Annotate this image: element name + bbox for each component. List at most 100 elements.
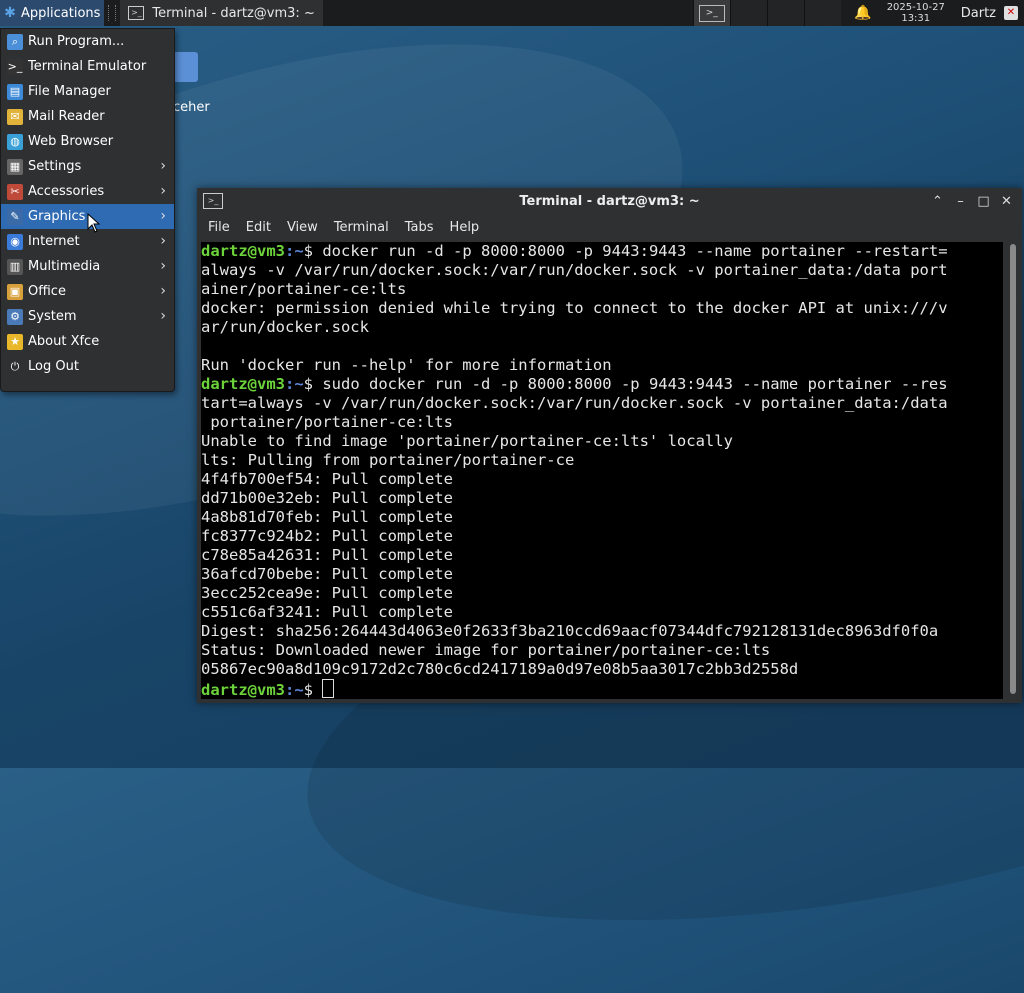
terminal-output[interactable]: dartz@vm3:~$ docker run -d -p 8000:8000 …: [201, 242, 1003, 699]
taskbar-terminal-button[interactable]: >_ Terminal - dartz@vm3: ~: [120, 0, 323, 26]
terminal-line-text: 05867ec90a8d109c9172d2c780c6cd2417189a0d…: [201, 660, 799, 678]
menu-terminal[interactable]: Terminal: [326, 220, 397, 235]
prompt-user: dartz@vm3: [201, 681, 285, 699]
menu-item-office[interactable]: ▣ Office ›: [1, 279, 174, 304]
menu-item-label: Graphics: [28, 209, 86, 224]
terminal-line-text: docker run -d -p 8000:8000 -p 9443:9443 …: [322, 242, 948, 260]
menu-view[interactable]: View: [279, 220, 326, 235]
terminal-line-text: sudo docker run -d -p 8000:8000 -p 9443:…: [322, 375, 948, 393]
menu-item-settings[interactable]: ▦ Settings ›: [1, 154, 174, 179]
close-icon[interactable]: ✕: [995, 194, 1018, 209]
prompt-path: :~: [285, 242, 304, 260]
menu-item-label: Internet: [28, 234, 80, 249]
multimedia-icon: ▥: [7, 258, 23, 275]
menu-item-mail-reader[interactable]: ✉ Mail Reader: [1, 104, 174, 129]
terminal-line-text: ar/run/docker.sock: [201, 318, 369, 336]
menu-item-terminal-emulator[interactable]: >_ Terminal Emulator: [1, 54, 174, 79]
taskbar-terminal-label: Terminal - dartz@vm3: ~: [152, 5, 315, 21]
terminal-line: Digest: sha256:264443d4063e0f2633f3ba210…: [201, 622, 1003, 641]
menu-item-log-out[interactable]: ⏻ Log Out: [1, 354, 174, 379]
minimize-icon[interactable]: –: [949, 194, 972, 209]
chevron-right-icon: ›: [160, 258, 166, 274]
terminal-line: dartz@vm3:~$ sudo docker run -d -p 8000:…: [201, 375, 1003, 394]
menu-item-label: Mail Reader: [28, 109, 105, 124]
menu-item-label: Terminal Emulator: [28, 59, 147, 74]
workspace-3[interactable]: [766, 0, 804, 26]
scrollbar-thumb[interactable]: [1010, 244, 1016, 694]
mouse-pointer-icon: [87, 213, 101, 233]
menu-item-accessories[interactable]: ✂ Accessories ›: [1, 179, 174, 204]
terminal-line-text: ainer/portainer-ce:lts: [201, 280, 407, 298]
menu-item-multimedia[interactable]: ▥ Multimedia ›: [1, 254, 174, 279]
chevron-right-icon: ›: [160, 308, 166, 324]
terminal-window[interactable]: >_ Terminal - dartz@vm3: ~ ⌃ – □ ✕ File …: [197, 188, 1022, 703]
menu-item-run-program[interactable]: ⌕ Run Program...: [1, 29, 174, 54]
terminal-line-text: Digest: sha256:264443d4063e0f2633f3ba210…: [201, 622, 939, 640]
menu-item-about-xfce[interactable]: ★ About Xfce: [1, 329, 174, 354]
terminal-line-text: 36afcd70bebe: Pull complete: [201, 565, 453, 583]
terminal-menubar: File Edit View Terminal Tabs Help: [197, 215, 1022, 240]
terminal-line-text: c551c6af3241: Pull complete: [201, 603, 453, 621]
prompt-path: :~: [285, 375, 304, 393]
file-manager-icon: ▤: [7, 83, 23, 100]
settings-icon: ▦: [7, 158, 23, 175]
menu-item-web-browser[interactable]: ◍ Web Browser: [1, 129, 174, 154]
terminal-line-text: portainer/portainer-ce:lts: [201, 413, 453, 431]
terminal-line-text: tart=always -v /var/run/docker.sock:/var…: [201, 394, 948, 412]
maximize-icon[interactable]: □: [972, 194, 995, 209]
terminal-line: always -v /var/run/docker.sock:/var/run/…: [201, 261, 1003, 280]
terminal-line: Status: Downloaded newer image for porta…: [201, 641, 1003, 660]
terminal-line: dd71b00e32eb: Pull complete: [201, 489, 1003, 508]
notification-bell-icon[interactable]: 🔔: [851, 5, 875, 21]
workspace-1[interactable]: >_: [692, 0, 730, 26]
clock-time: 13:31: [901, 13, 931, 24]
chevron-right-icon: ›: [160, 158, 166, 174]
clock[interactable]: 2025-10-27 13:31: [881, 2, 951, 24]
prompt-symbol: $: [303, 681, 323, 699]
menu-item-system[interactable]: ⚙ System ›: [1, 304, 174, 329]
prompt-user: dartz@vm3: [201, 242, 285, 260]
terminal-line: lts: Pulling from portainer/portainer-ce: [201, 451, 1003, 470]
prompt-symbol: $: [303, 242, 323, 260]
terminal-icon: >_: [698, 4, 725, 22]
terminal-icon: >_: [7, 58, 23, 75]
chevron-right-icon: ›: [160, 283, 166, 299]
terminal-line: tart=always -v /var/run/docker.sock:/var…: [201, 394, 1003, 413]
internet-icon: ◉: [7, 233, 23, 250]
menu-help[interactable]: Help: [442, 220, 488, 235]
chevron-right-icon: ›: [160, 183, 166, 199]
terminal-line: ainer/portainer-ce:lts: [201, 280, 1003, 299]
menu-item-file-manager[interactable]: ▤ File Manager: [1, 79, 174, 104]
terminal-line-text: fc8377c924b2: Pull complete: [201, 527, 453, 545]
shade-icon[interactable]: ⌃: [926, 194, 949, 209]
terminal-line: 4f4fb700ef54: Pull complete: [201, 470, 1003, 489]
menu-edit[interactable]: Edit: [238, 220, 279, 235]
user-name[interactable]: Dartz: [961, 6, 996, 21]
menu-item-label: Settings: [28, 159, 82, 174]
star-icon: ★: [7, 333, 23, 350]
applications-menu: ⌕ Run Program... >_ Terminal Emulator ▤ File …: [0, 28, 175, 392]
logout-icon: ⏻: [7, 358, 23, 375]
terminal-line-text: dd71b00e32eb: Pull complete: [201, 489, 453, 507]
terminal-scrollbar[interactable]: [1010, 244, 1016, 694]
desktop-icon-label[interactable]: ceher: [173, 100, 210, 115]
menu-tabs[interactable]: Tabs: [397, 220, 442, 235]
action-close-icon[interactable]: ✕: [1004, 6, 1018, 20]
top-panel: ✱ Applications >_ Terminal - dartz@vm3: …: [0, 0, 1024, 26]
prompt-symbol: $: [303, 375, 323, 393]
window-titlebar[interactable]: >_ Terminal - dartz@vm3: ~ ⌃ – □ ✕: [197, 188, 1022, 215]
menu-file[interactable]: File: [200, 220, 238, 235]
terminal-line: 36afcd70bebe: Pull complete: [201, 565, 1003, 584]
panel-separator: [108, 5, 117, 21]
window-title: Terminal - dartz@vm3: ~: [519, 194, 700, 209]
clock-date: 2025-10-27: [886, 2, 945, 13]
terminal-line-text: docker: permission denied while trying t…: [201, 299, 948, 317]
workspace-2[interactable]: [729, 0, 767, 26]
terminal-line-text: 3ecc252cea9e: Pull complete: [201, 584, 453, 602]
terminal-line: ar/run/docker.sock: [201, 318, 1003, 337]
graphics-icon: ✎: [7, 208, 23, 225]
applications-menu-button[interactable]: ✱ Applications: [0, 0, 105, 26]
workspace-4[interactable]: [803, 0, 841, 26]
menu-item-label: File Manager: [28, 84, 111, 99]
